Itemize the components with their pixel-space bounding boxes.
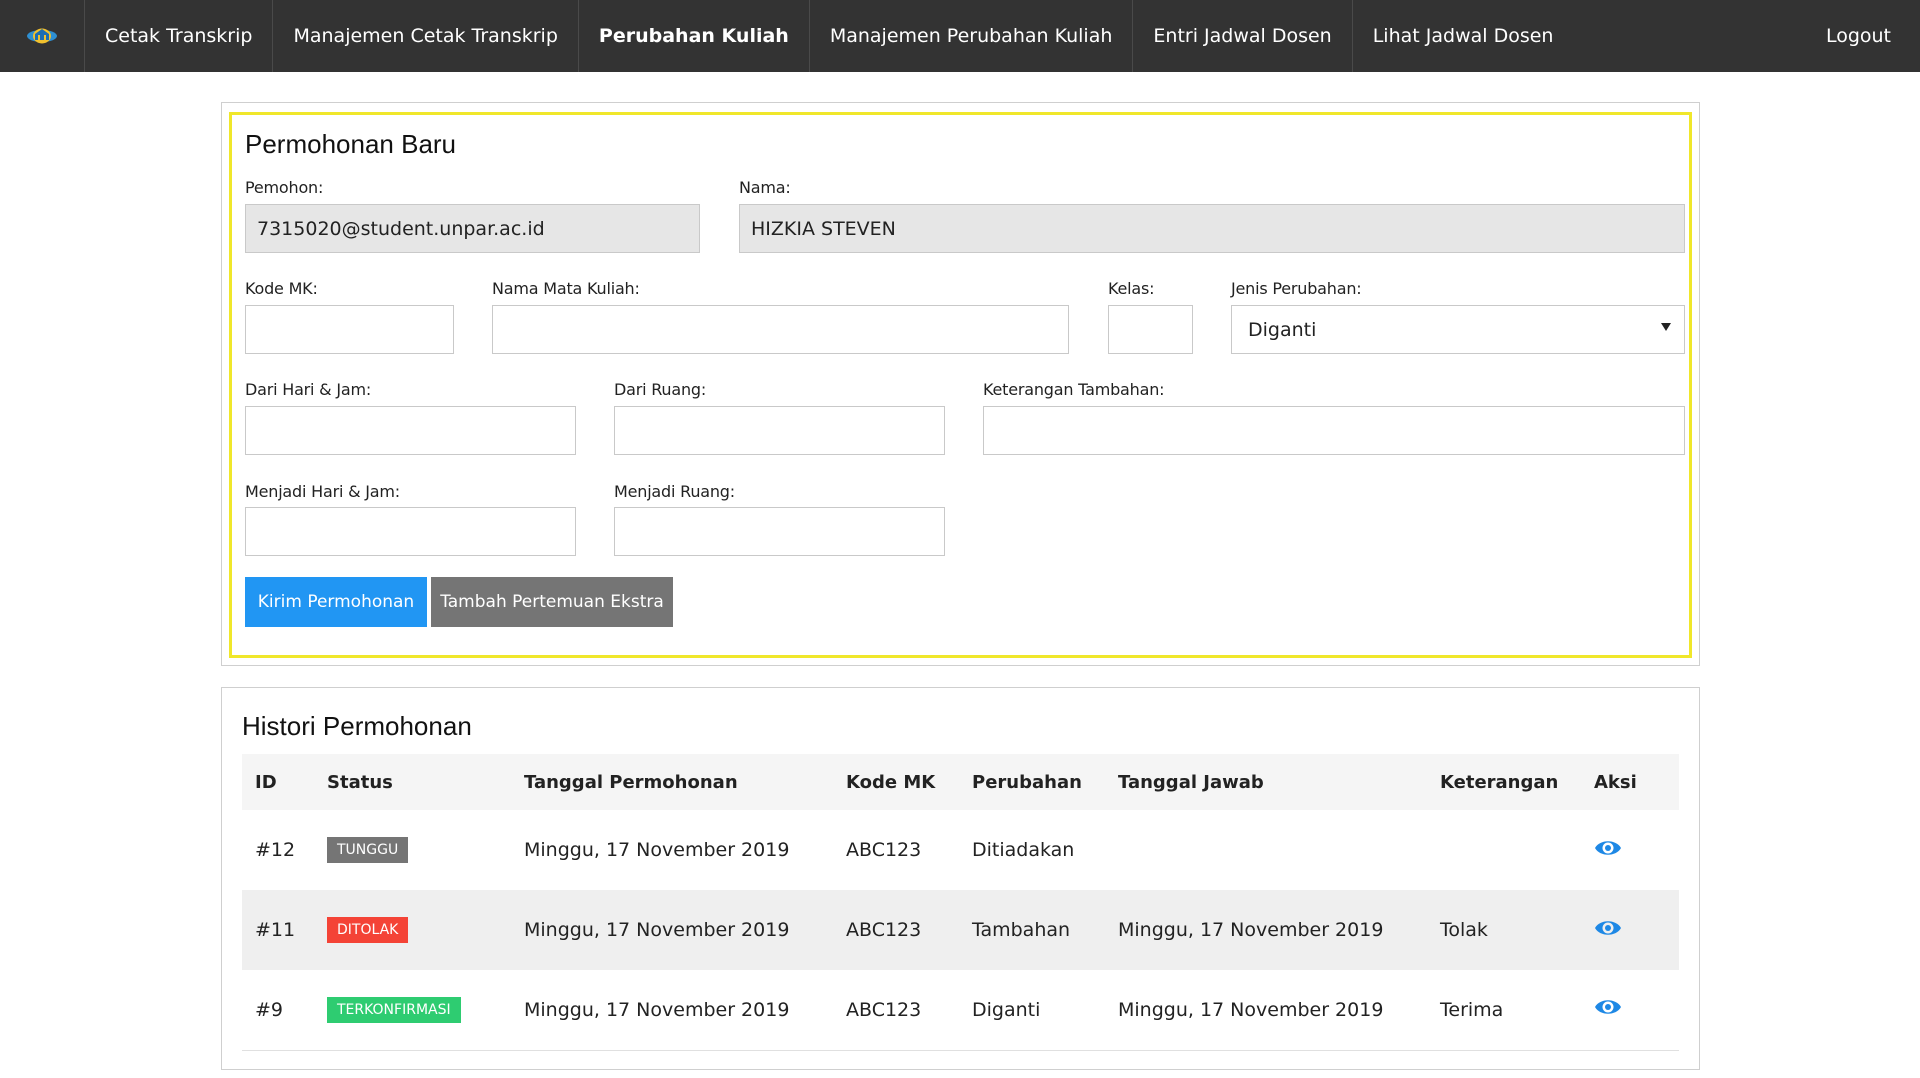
cell-perubahan: Diganti <box>959 970 1105 1051</box>
table-row: #12 TUNGGU Minggu, 17 November 2019 ABC1… <box>242 810 1679 890</box>
nav-cetak-transkrip[interactable]: Cetak Transkrip <box>85 0 274 72</box>
cell-tanggal-permohonan: Minggu, 17 November 2019 <box>511 970 833 1051</box>
cell-perubahan: Tambahan <box>959 890 1105 970</box>
history-table: ID Status Tanggal Permohonan Kode MK Per… <box>242 754 1679 1051</box>
col-header-perubahan: Perubahan <box>959 754 1105 810</box>
dari-ruang-input[interactable] <box>614 406 945 455</box>
pemohon-label: Pemohon: <box>245 178 324 197</box>
history-panel: Histori Permohonan ID Status Tanggal Per… <box>221 687 1700 1070</box>
keterangan-tambahan-input[interactable] <box>983 406 1685 455</box>
cell-tanggal-permohonan: Minggu, 17 November 2019 <box>511 890 833 970</box>
cell-id: #12 <box>242 810 314 890</box>
nama-field[interactable] <box>739 204 1685 253</box>
cell-kode-mk: ABC123 <box>833 970 959 1051</box>
kelas-label: Kelas: <box>1108 279 1155 298</box>
dari-hari-jam-input[interactable] <box>245 406 576 455</box>
menjadi-hari-jam-input[interactable] <box>245 507 576 556</box>
cell-keterangan: Tolak <box>1427 890 1581 970</box>
nav-entri-jadwal-dosen[interactable]: Entri Jadwal Dosen <box>1133 0 1353 72</box>
cell-perubahan: Ditiadakan <box>959 810 1105 890</box>
nav-manajemen-perubahan-kuliah[interactable]: Manajemen Perubahan Kuliah <box>810 0 1134 72</box>
new-request-panel: Permohonan Baru Pemohon: Nama: Kode MK: … <box>221 102 1700 666</box>
nama-label: Nama: <box>739 178 791 197</box>
menjadi-ruang-label: Menjadi Ruang: <box>614 482 735 501</box>
col-header-status: Status <box>314 754 511 810</box>
status-badge: TUNGGU <box>327 837 409 863</box>
keterangan-tambahan-label: Keterangan Tambahan: <box>983 380 1165 399</box>
dari-hari-jam-label: Dari Hari & Jam: <box>245 380 372 399</box>
top-navbar: Cetak Transkrip Manajemen Cetak Transkri… <box>0 0 1920 72</box>
jenis-perubahan-value: Diganti <box>1248 318 1317 341</box>
cell-tanggal-jawab: Minggu, 17 November 2019 <box>1105 970 1427 1051</box>
status-badge: TERKONFIRMASI <box>327 996 461 1023</box>
nav-lihat-jadwal-dosen[interactable]: Lihat Jadwal Dosen <box>1353 0 1574 72</box>
kode-mk-label: Kode MK: <box>245 279 318 298</box>
dropdown-caret-icon <box>1661 323 1671 331</box>
col-header-id: ID <box>242 754 314 810</box>
col-header-tanggal-jawab: Tanggal Jawab <box>1105 754 1427 810</box>
table-row: #9 TERKONFIRMASI Minggu, 17 November 201… <box>242 970 1679 1051</box>
form-title: Permohonan Baru <box>245 129 457 159</box>
cell-tanggal-jawab: Minggu, 17 November 2019 <box>1105 890 1427 970</box>
eye-icon[interactable] <box>1594 918 1622 943</box>
logout-link[interactable]: Logout <box>1797 0 1920 72</box>
col-header-aksi: Aksi <box>1581 754 1679 810</box>
cell-keterangan: Terima <box>1427 970 1581 1051</box>
brand-logo[interactable] <box>0 0 85 72</box>
eye-icon[interactable] <box>1594 997 1622 1022</box>
nama-mk-label: Nama Mata Kuliah: <box>492 279 640 298</box>
cell-kode-mk: ABC123 <box>833 890 959 970</box>
kode-mk-input[interactable] <box>245 305 454 354</box>
menjadi-hari-jam-label: Menjadi Hari & Jam: <box>245 482 400 501</box>
history-title: Histori Permohonan <box>242 711 472 741</box>
table-header-row: ID Status Tanggal Permohonan Kode MK Per… <box>242 754 1679 810</box>
menjadi-ruang-input[interactable] <box>614 507 945 556</box>
col-header-keterangan: Keterangan <box>1427 754 1581 810</box>
col-header-kode-mk: Kode MK <box>833 754 959 810</box>
nav-manajemen-cetak-transkrip[interactable]: Manajemen Cetak Transkrip <box>273 0 579 72</box>
kelas-input[interactable] <box>1108 305 1193 354</box>
jenis-perubahan-select[interactable]: Diganti <box>1231 305 1685 354</box>
dari-ruang-label: Dari Ruang: <box>614 380 707 399</box>
nav-perubahan-kuliah[interactable]: Perubahan Kuliah <box>579 0 810 72</box>
cell-tanggal-permohonan: Minggu, 17 November 2019 <box>511 810 833 890</box>
jenis-perubahan-label: Jenis Perubahan: <box>1231 279 1362 298</box>
kirim-permohonan-button[interactable]: Kirim Permohonan <box>245 577 427 627</box>
cell-id: #11 <box>242 890 314 970</box>
table-row: #11 DITOLAK Minggu, 17 November 2019 ABC… <box>242 890 1679 970</box>
nama-mk-input[interactable] <box>492 305 1069 354</box>
pemohon-field[interactable] <box>245 204 700 253</box>
eye-icon[interactable] <box>1594 838 1622 863</box>
cell-kode-mk: ABC123 <box>833 810 959 890</box>
cell-id: #9 <box>242 970 314 1051</box>
cell-tanggal-jawab <box>1105 810 1427 890</box>
status-badge: DITOLAK <box>327 917 409 943</box>
university-logo-icon <box>27 28 57 44</box>
cell-keterangan <box>1427 810 1581 890</box>
col-header-tanggal-permohonan: Tanggal Permohonan <box>511 754 833 810</box>
tambah-pertemuan-ekstra-button[interactable]: Tambah Pertemuan Ekstra <box>431 577 673 627</box>
new-request-highlight-frame: Permohonan Baru Pemohon: Nama: Kode MK: … <box>229 112 1692 658</box>
